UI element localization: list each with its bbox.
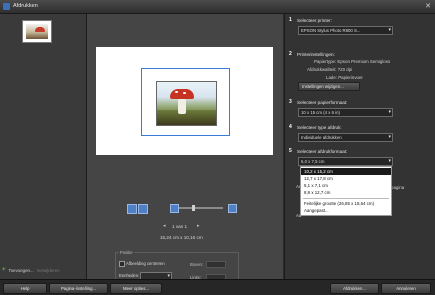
- step-title: Printerinstellingen:: [297, 52, 335, 57]
- window-title: Afdrukken: [13, 3, 38, 9]
- preview-photo[interactable]: [156, 81, 217, 126]
- plus-icon[interactable]: +: [2, 267, 6, 273]
- thumbnail-panel: + Toevoegen... Verwijderen: [0, 14, 87, 279]
- title-bar: Afdrukken ✕: [0, 0, 435, 14]
- step-number: 5: [289, 148, 292, 154]
- center-image-checkbox[interactable]: [119, 261, 125, 267]
- cancel-button[interactable]: Annuleren: [381, 283, 431, 294]
- rotate-right-icon[interactable]: [138, 204, 148, 214]
- units-label: Eenheden:: [119, 273, 140, 278]
- print-area: [141, 68, 230, 136]
- paper-tray-info: Lade: Papierinvoer: [326, 75, 363, 80]
- top-offset-input[interactable]: [206, 261, 226, 268]
- add-remove-row: + Toevoegen... Verwijderen: [2, 267, 60, 273]
- photo-thumbnail[interactable]: [22, 20, 52, 43]
- printer-value: EPSON Stylus Photo R800 S...: [301, 28, 361, 33]
- center-image-label: Afbeelding centreren: [126, 261, 165, 266]
- zoom-out-icon[interactable]: [170, 204, 179, 213]
- dropdown-option[interactable]: Feitelijke grootte (26,85 x 18,64 cm): [301, 200, 391, 207]
- help-button[interactable]: Help: [3, 283, 47, 294]
- thumbnail-image: [26, 24, 48, 39]
- print-size-select[interactable]: 5,0 x 7,5 cm ▾: [298, 157, 393, 166]
- step-title: Selecteer printer:: [297, 18, 332, 23]
- cap-spot: [175, 91, 178, 93]
- print-button[interactable]: Afdrukken...: [330, 283, 379, 294]
- remove-button[interactable]: Verwijderen: [37, 268, 60, 273]
- step-title: Selecteer type afdruk:: [297, 125, 342, 130]
- mushroom-cap: [170, 89, 194, 99]
- position-legend: Positie: [119, 250, 134, 255]
- paper-size-select[interactable]: 10 x 15 cm (4 x 6 in) ▾: [298, 108, 393, 117]
- previous-page-icon[interactable]: ◂: [163, 223, 166, 229]
- page-counter: 1 van 1: [172, 224, 188, 229]
- preview-panel: ◂ 1 van 1 ▸ 15,24 cm x 10,16 cm Positie …: [87, 14, 283, 287]
- mushroom-cap-shape: [35, 27, 45, 32]
- cap-spot: [183, 92, 186, 94]
- print-type-select[interactable]: Individuele afdrukken ▾: [298, 133, 393, 142]
- more-options-button[interactable]: Meer opties...: [110, 283, 162, 294]
- step-title: Selecteer papierformaat:: [297, 100, 348, 105]
- rotate-left-icon[interactable]: [127, 204, 137, 214]
- dropdown-option[interactable]: Aangepast...: [301, 207, 391, 214]
- close-icon[interactable]: ✕: [425, 2, 431, 10]
- chevron-down-icon: ▾: [388, 158, 391, 164]
- preview-page: [96, 47, 273, 155]
- step-number: 2: [289, 51, 292, 57]
- app-icon: [3, 3, 10, 10]
- chevron-down-icon: ▾: [388, 109, 391, 115]
- chevron-down-icon: ▾: [388, 134, 391, 140]
- change-settings-button[interactable]: Instellingen wijzigen...: [298, 82, 360, 91]
- print-type-value: Individuele afdrukken: [301, 135, 342, 140]
- printer-select[interactable]: EPSON Stylus Photo R800 S... ▾: [298, 26, 393, 35]
- zoom-slider[interactable]: [179, 207, 223, 209]
- zoom-in-icon[interactable]: [228, 204, 237, 213]
- chevron-down-icon: ▾: [388, 27, 391, 33]
- step-title: Selecteer afdrukformaat:: [297, 149, 348, 154]
- print-quality-info: Afdrukkwaliteit: 720 dpi: [307, 67, 353, 72]
- dropdown-option[interactable]: 10,2 x 15,2 cm: [301, 168, 391, 175]
- zoom-slider-handle[interactable]: [192, 205, 195, 211]
- dropdown-option[interactable]: 5,1 x 7,1 cm: [301, 182, 391, 189]
- bottom-bar: Help Pagina-instelling... Meer opties...…: [0, 279, 435, 295]
- print-size-value: 5,0 x 7,5 cm: [301, 159, 325, 164]
- photo-grass: [157, 110, 216, 125]
- settings-panel: 1 Selecteer printer: EPSON Stylus Photo …: [284, 14, 435, 279]
- paper-type-info: Papiertype: Epson Premium Semigloss: [314, 59, 391, 64]
- step-number: 4: [289, 124, 292, 130]
- next-page-icon[interactable]: ▸: [197, 223, 200, 229]
- step-number: 1: [289, 17, 292, 23]
- page-setup-button[interactable]: Pagina-instelling...: [49, 283, 108, 294]
- dropdown-option[interactable]: 12,7 x 17,8 cm: [301, 175, 391, 182]
- add-button[interactable]: Toevoegen...: [9, 268, 34, 273]
- hidden-pages-label: pagina: [391, 185, 405, 190]
- mushroom-stem: [178, 99, 186, 114]
- print-size-label: 15,24 cm x 10,16 cm: [160, 235, 203, 240]
- dropdown-option[interactable]: 8,9 x 12,7 cm: [301, 189, 391, 196]
- step-number: 3: [289, 99, 292, 105]
- print-size-dropdown: 10,2 x 15,2 cm 12,7 x 17,8 cm 5,1 x 7,1 …: [300, 166, 392, 216]
- top-offset-label: Boven:: [190, 262, 204, 267]
- paper-size-value: 10 x 15 cm (4 x 6 in): [301, 110, 340, 115]
- change-settings-label: Instellingen wijzigen...: [302, 84, 344, 89]
- dropdown-separator: [303, 198, 389, 199]
